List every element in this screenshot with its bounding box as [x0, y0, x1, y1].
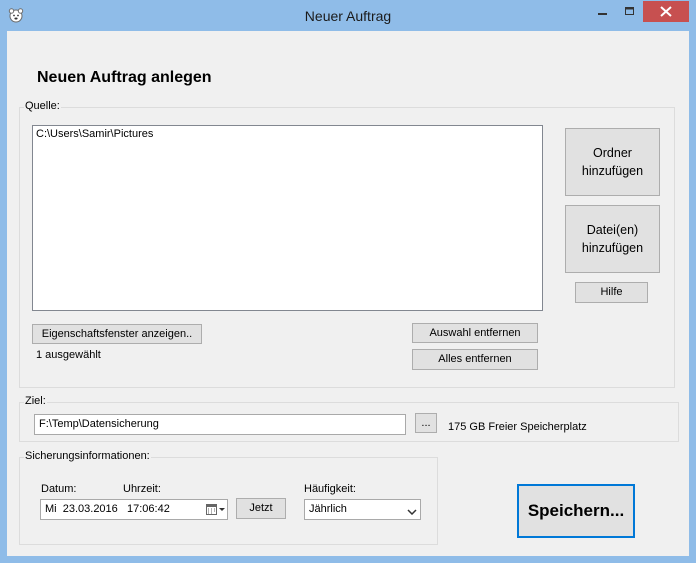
save-button[interactable]: Speichern... — [517, 484, 635, 538]
maximize-button[interactable] — [616, 1, 643, 22]
chevron-down-icon — [407, 506, 417, 518]
add-folder-label-1: Ordner — [593, 146, 632, 160]
close-button[interactable] — [643, 1, 689, 22]
page-title: Neuen Auftrag anlegen — [37, 69, 212, 86]
client-area: Neuen Auftrag anlegen Quelle: C:\Users\S… — [7, 31, 689, 556]
help-button[interactable]: Hilfe — [575, 282, 648, 303]
properties-button[interactable]: Eigenschaftsfenster anzeigen.. — [32, 324, 202, 344]
selection-status: 1 ausgewählt — [36, 349, 101, 361]
remove-all-button[interactable]: Alles entfernen — [412, 349, 538, 370]
time-value: 17:06:42 — [127, 503, 170, 515]
add-files-label-2: hinzufügen — [581, 241, 644, 255]
add-folder-label-2: hinzufügen — [581, 164, 644, 178]
now-button[interactable]: Jetzt — [236, 498, 286, 519]
date-weekday: Mi 23.03.2016 — [45, 503, 118, 515]
calendar-icon[interactable] — [206, 503, 226, 519]
list-item[interactable]: C:\Users\Samir\Pictures — [36, 128, 153, 140]
date-label: Datum: — [41, 483, 77, 495]
free-space-text: 175 GB Freier Speicherplatz — [448, 421, 587, 433]
frequency-dropdown[interactable]: Jährlich — [304, 499, 421, 520]
target-group-label: Ziel: — [24, 395, 47, 407]
add-files-label-1: Datei(en) — [586, 223, 639, 237]
time-label: Uhrzeit: — [123, 483, 161, 495]
add-folder-button[interactable]: Ordner hinzufügen — [565, 128, 660, 196]
backup-info-group-label: Sicherungsinformationen: — [24, 450, 151, 462]
date-time-picker[interactable]: Mi 23.03.2016 17:06:42 — [40, 499, 228, 520]
frequency-label: Häufigkeit: — [304, 483, 356, 495]
frequency-value: Jährlich — [309, 503, 347, 515]
add-files-button[interactable]: Datei(en) hinzufügen — [565, 205, 660, 273]
remove-selection-button[interactable]: Auswahl entfernen — [412, 323, 538, 343]
window-frame: Neuer Auftrag Neuen Auftrag anlegen Quel… — [0, 0, 696, 563]
target-path-field[interactable]: F:\Temp\Datensicherung — [34, 414, 406, 435]
source-group-label: Quelle: — [24, 100, 61, 112]
browse-button[interactable]: ... — [415, 413, 437, 433]
title-bar: Neuer Auftrag — [0, 0, 696, 31]
minimize-button[interactable] — [589, 1, 616, 22]
source-list[interactable]: C:\Users\Samir\Pictures — [32, 125, 543, 311]
